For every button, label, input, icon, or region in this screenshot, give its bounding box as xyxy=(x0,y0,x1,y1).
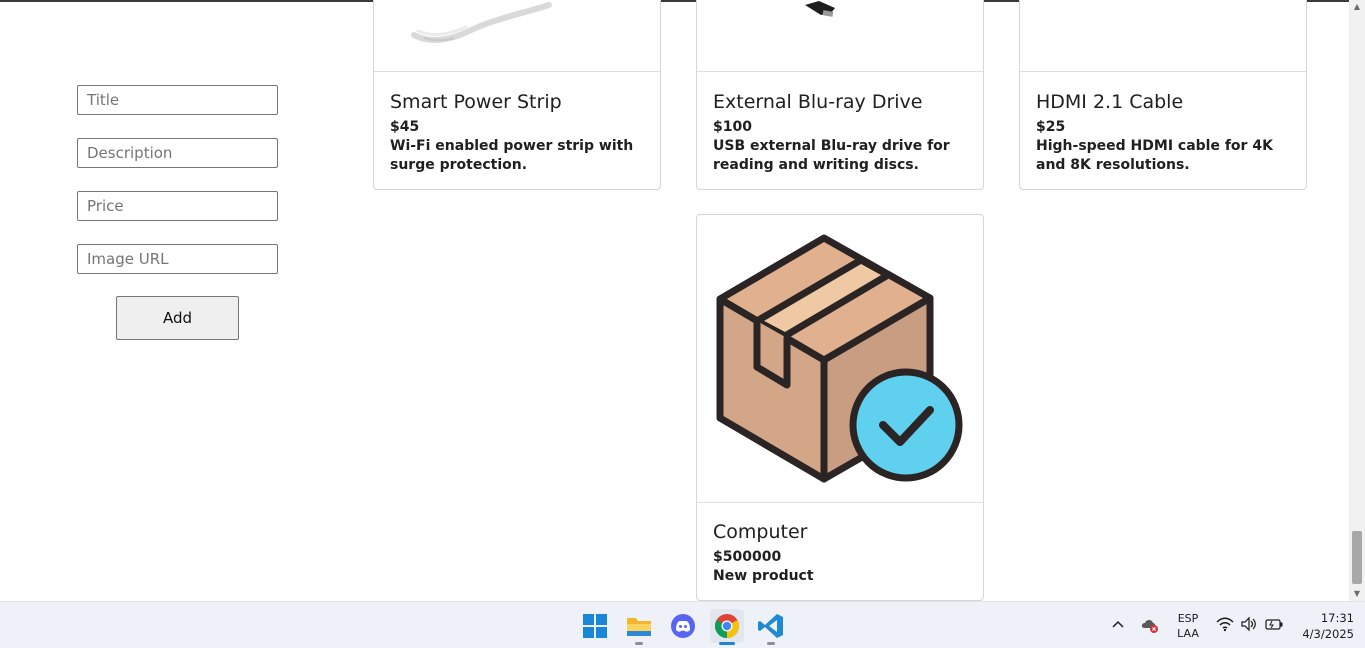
running-indicator xyxy=(767,642,775,645)
taskbar: ESP LAA 17:31 4/3/2025 xyxy=(0,601,1365,648)
volume-icon[interactable] xyxy=(1240,616,1258,635)
product-image xyxy=(1020,0,1306,72)
box-check-icon xyxy=(716,234,963,483)
windows-start-icon[interactable] xyxy=(578,609,612,643)
running-indicator xyxy=(719,642,735,645)
clock[interactable]: 17:31 4/3/2025 xyxy=(1292,610,1354,642)
add-product-form: Add xyxy=(77,85,278,340)
product-card: HDMI 2.1 Cable $25 High-speed HDMI cable… xyxy=(1019,0,1307,190)
keyboard-layout-label: LAA xyxy=(1177,627,1199,640)
power-strip-image xyxy=(411,2,552,43)
product-card: External Blu-ray Drive $100 USB external… xyxy=(696,0,984,190)
price-input[interactable] xyxy=(77,191,278,221)
product-description: Wi-Fi enabled power strip with surge pro… xyxy=(390,138,634,173)
add-button[interactable]: Add xyxy=(116,296,239,340)
chevron-up-icon[interactable] xyxy=(1110,616,1126,636)
product-price: $500000 xyxy=(713,549,782,565)
title-input[interactable] xyxy=(77,85,278,115)
running-indicator xyxy=(635,642,643,645)
chrome-icon[interactable] xyxy=(710,609,744,645)
usb-cable-image xyxy=(805,1,835,17)
clock-date: 4/3/2025 xyxy=(1302,627,1354,641)
image-url-input[interactable] xyxy=(77,244,278,274)
scroll-down-arrow-icon[interactable]: ▼ xyxy=(1349,587,1365,601)
product-image xyxy=(697,215,983,503)
product-card: Computer $500000 New product xyxy=(696,214,984,601)
product-description: High-speed HDMI cable for 4K and 8K reso… xyxy=(1036,138,1273,173)
scroll-up-arrow-icon[interactable]: ▲ xyxy=(1349,0,1365,14)
product-title: External Blu-ray Drive xyxy=(713,91,923,113)
file-explorer-icon[interactable] xyxy=(622,609,656,645)
product-description: New product xyxy=(713,568,814,584)
product-title: HDMI 2.1 Cable xyxy=(1036,91,1184,113)
description-input[interactable] xyxy=(77,138,278,168)
product-card: Smart Power Strip $45 Wi-Fi enabled powe… xyxy=(373,0,661,190)
product-title: Computer xyxy=(713,521,808,543)
product-description: USB external Blu-ray drive for reading a… xyxy=(713,138,950,173)
product-image xyxy=(697,0,983,72)
battery-icon[interactable] xyxy=(1264,616,1284,635)
product-title: Smart Power Strip xyxy=(390,91,562,113)
product-price: $25 xyxy=(1036,119,1066,135)
product-image xyxy=(374,0,660,72)
vscode-icon[interactable] xyxy=(754,609,788,645)
input-language[interactable]: ESP LAA xyxy=(1172,611,1204,641)
wifi-icon[interactable] xyxy=(1216,616,1234,635)
discord-icon[interactable] xyxy=(666,609,700,643)
product-price: $100 xyxy=(713,119,752,135)
vertical-scrollbar[interactable]: ▲ ▼ xyxy=(1349,0,1365,601)
scrollbar-thumb[interactable] xyxy=(1352,531,1362,584)
onedrive-error-icon[interactable] xyxy=(1140,616,1160,637)
clock-time: 17:31 xyxy=(1320,611,1354,625)
language-label: ESP xyxy=(1177,612,1199,625)
product-price: $45 xyxy=(390,119,420,135)
